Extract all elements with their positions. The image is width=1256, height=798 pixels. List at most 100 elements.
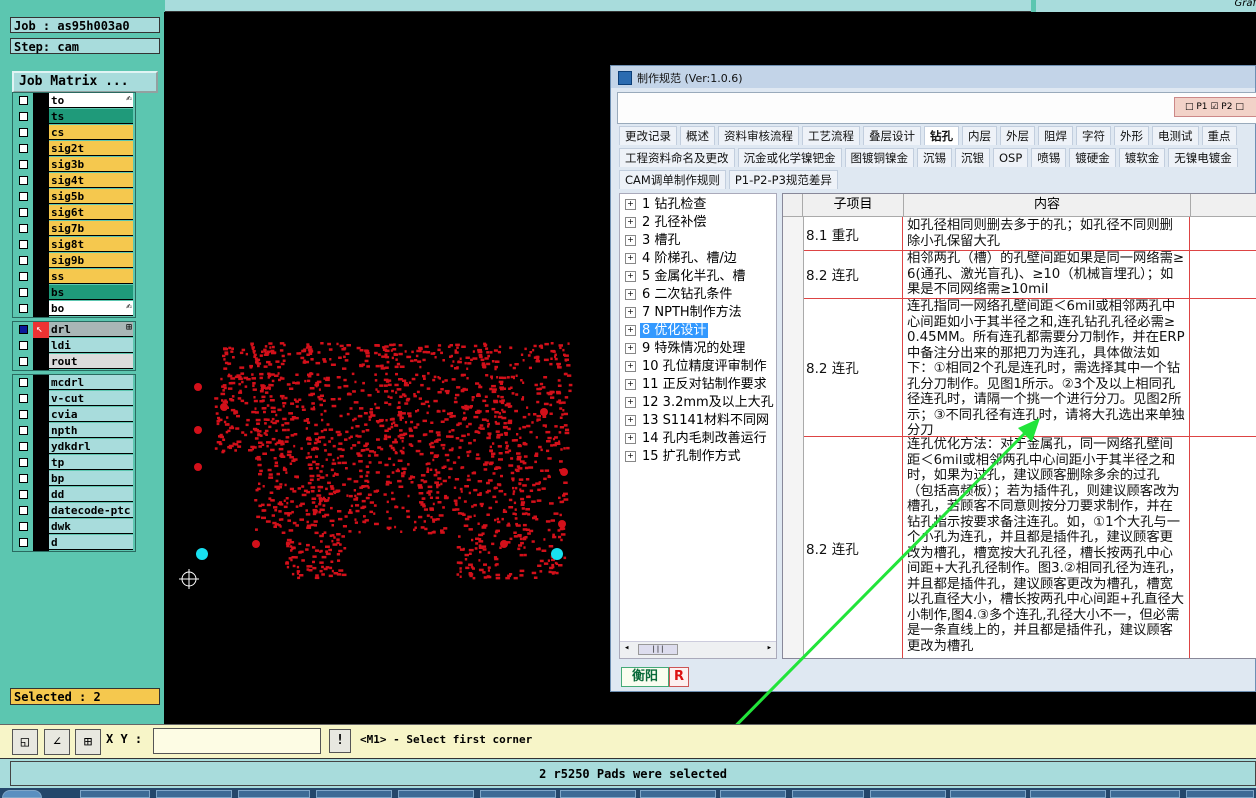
- taskbar-item[interactable]: [1110, 790, 1180, 798]
- grid-header-content[interactable]: 内容: [904, 194, 1191, 216]
- row-header-cell[interactable]: [783, 298, 804, 436]
- layer-affected-indicator[interactable]: [33, 407, 49, 423]
- tab-row1-4[interactable]: 叠层设计: [863, 126, 921, 145]
- layer-checkbox[interactable]: [19, 288, 28, 297]
- layer-row[interactable]: ts: [13, 109, 135, 125]
- layer-name[interactable]: dd: [49, 487, 133, 502]
- layer-name[interactable]: sig2t: [49, 141, 133, 156]
- tree-item[interactable]: +4 阶梯孔、槽/边: [620, 250, 776, 268]
- layer-affected-indicator[interactable]: [33, 93, 49, 109]
- layer-checkbox[interactable]: [19, 522, 28, 531]
- layer-affected-indicator[interactable]: [33, 535, 49, 551]
- layer-name[interactable]: v-cut: [49, 391, 133, 406]
- expand-plus-icon[interactable]: +: [625, 289, 636, 300]
- layer-affected-indicator[interactable]: [33, 455, 49, 471]
- layer-affected-indicator[interactable]: [33, 487, 49, 503]
- grid-row[interactable]: 8.2 连孔 相邻两孔（槽）的孔壁间距如果是同一网络需≥6(通孔、激光盲孔)、≥1…: [783, 250, 1256, 299]
- layer-name[interactable]: rout: [49, 354, 133, 369]
- layer-name[interactable]: dwk: [49, 519, 133, 534]
- layer-checkbox[interactable]: [19, 357, 28, 366]
- layer-row[interactable]: bs: [13, 285, 135, 301]
- layer-checkbox[interactable]: [19, 96, 28, 105]
- layer-checkbox[interactable]: [19, 378, 28, 387]
- tab-row2-3[interactable]: 沉锡: [917, 148, 952, 167]
- taskbar-item[interactable]: [238, 790, 310, 798]
- tree-item[interactable]: +12 3.2mm及以上大孔: [620, 394, 776, 412]
- tab-row1-0[interactable]: 更改记录: [619, 126, 677, 145]
- layer-name[interactable]: ss: [49, 269, 133, 284]
- r-button[interactable]: R: [669, 667, 689, 687]
- selected-pad-left[interactable]: [196, 548, 208, 560]
- content-cell[interactable]: 相邻两孔（槽）的孔壁间距如果是同一网络需≥6(通孔、激光盲孔)、≥10（机械盲埋…: [904, 250, 1190, 298]
- scroll-left-arrow-icon[interactable]: ◂: [624, 643, 629, 653]
- layer-name[interactable]: ydkdrl: [49, 439, 133, 454]
- layer-affected-indicator[interactable]: [33, 375, 49, 391]
- tab-row1-8[interactable]: 阻焊: [1038, 126, 1073, 145]
- tab-row3-0[interactable]: CAM调单制作规则: [619, 170, 726, 189]
- grid-corner-cell[interactable]: [783, 194, 803, 216]
- taskbar-item[interactable]: [720, 790, 786, 798]
- layer-affected-indicator[interactable]: [33, 354, 49, 370]
- tree-item[interactable]: +6 二次钻孔条件: [620, 286, 776, 304]
- tree-item[interactable]: +8 优化设计: [620, 322, 776, 340]
- layer-name[interactable]: npth: [49, 423, 133, 438]
- layer-checkbox[interactable]: [19, 160, 28, 169]
- layer-checkbox[interactable]: [19, 224, 28, 233]
- board-canvas[interactable]: [164, 12, 610, 724]
- content-cell[interactable]: 连孔指同一网络孔壁间距＜6mil或相邻两孔中心间距如小于其半径之和,连孔钻孔孔径…: [904, 298, 1190, 436]
- tab-row1-3[interactable]: 工艺流程: [802, 126, 860, 145]
- layer-name[interactable]: bp: [49, 471, 133, 486]
- layer-affected-indicator[interactable]: [33, 519, 49, 535]
- layer-name[interactable]: sig4t: [49, 173, 133, 188]
- layer-name[interactable]: ts: [49, 109, 133, 124]
- layer-row[interactable]: bp: [13, 471, 135, 487]
- taskbar-item[interactable]: [1186, 790, 1254, 798]
- layer-affected-indicator[interactable]: [33, 205, 49, 221]
- layer-affected-indicator[interactable]: [33, 439, 49, 455]
- layer-name[interactable]: drl: [49, 322, 133, 337]
- tree-item[interactable]: +5 金属化半孔、槽: [620, 268, 776, 286]
- layer-checkbox[interactable]: [19, 410, 28, 419]
- tab-row2-5[interactable]: OSP: [993, 148, 1029, 167]
- tab-row2-2[interactable]: 图镀铜镍金: [844, 148, 914, 167]
- layer-row[interactable]: sig5b: [13, 189, 135, 205]
- taskbar-item[interactable]: [1030, 790, 1106, 798]
- layer-affected-indicator[interactable]: [33, 338, 49, 354]
- layer-row[interactable]: cvia: [13, 407, 135, 423]
- tab-row2-4[interactable]: 沉银: [955, 148, 990, 167]
- expand-plus-icon[interactable]: +: [625, 217, 636, 228]
- grid-header-subitem[interactable]: 子项目: [803, 194, 904, 216]
- layer-checkbox[interactable]: [19, 442, 28, 451]
- tree-item[interactable]: +11 正反对钻制作要求: [620, 376, 776, 394]
- layer-affected-indicator[interactable]: [33, 301, 49, 317]
- tab-row1-7[interactable]: 外层: [1000, 126, 1035, 145]
- row-header-cell[interactable]: [783, 436, 804, 658]
- layer-name[interactable]: mcdrl: [49, 375, 133, 390]
- layer-row[interactable]: ↖ drl ⊞: [13, 322, 135, 338]
- layer-row[interactable]: ydkdrl: [13, 439, 135, 455]
- layer-row[interactable]: rout: [13, 354, 135, 370]
- layer-affected-indicator[interactable]: [33, 285, 49, 301]
- layer-checkbox[interactable]: [19, 490, 28, 499]
- tab-row1-9[interactable]: 字符: [1076, 126, 1111, 145]
- layer-checkbox[interactable]: [19, 304, 28, 313]
- layer-row[interactable]: bo ✍: [13, 301, 135, 317]
- grid-row[interactable]: 8.2 连孔 连孔指同一网络孔壁间距＜6mil或相邻两孔中心间距如小于其半径之和,…: [783, 298, 1256, 437]
- layer-checkbox[interactable]: [19, 272, 28, 281]
- tree-scroll-thumb[interactable]: |||: [638, 644, 678, 655]
- expand-plus-icon[interactable]: +: [625, 433, 636, 444]
- layer-checkbox[interactable]: [19, 112, 28, 121]
- taskbar-item[interactable]: [80, 790, 150, 798]
- layer-affected-indicator[interactable]: [33, 269, 49, 285]
- tab-row1-11[interactable]: 电测试: [1152, 126, 1199, 145]
- layer-row[interactable]: datecode-ptc: [13, 503, 135, 519]
- tree-item[interactable]: +15 扩孔制作方式: [620, 448, 776, 466]
- job-matrix-button[interactable]: Job Matrix ...: [12, 71, 158, 93]
- layer-checkbox[interactable]: [19, 426, 28, 435]
- layer-affected-indicator[interactable]: [33, 253, 49, 269]
- layer-affected-indicator[interactable]: [33, 237, 49, 253]
- layer-row[interactable]: to ✍: [13, 93, 135, 109]
- tree-item[interactable]: +13 S1141材料不同网: [620, 412, 776, 430]
- layer-name[interactable]: datecode-ptc: [49, 503, 133, 518]
- layer-name[interactable]: to: [49, 93, 133, 108]
